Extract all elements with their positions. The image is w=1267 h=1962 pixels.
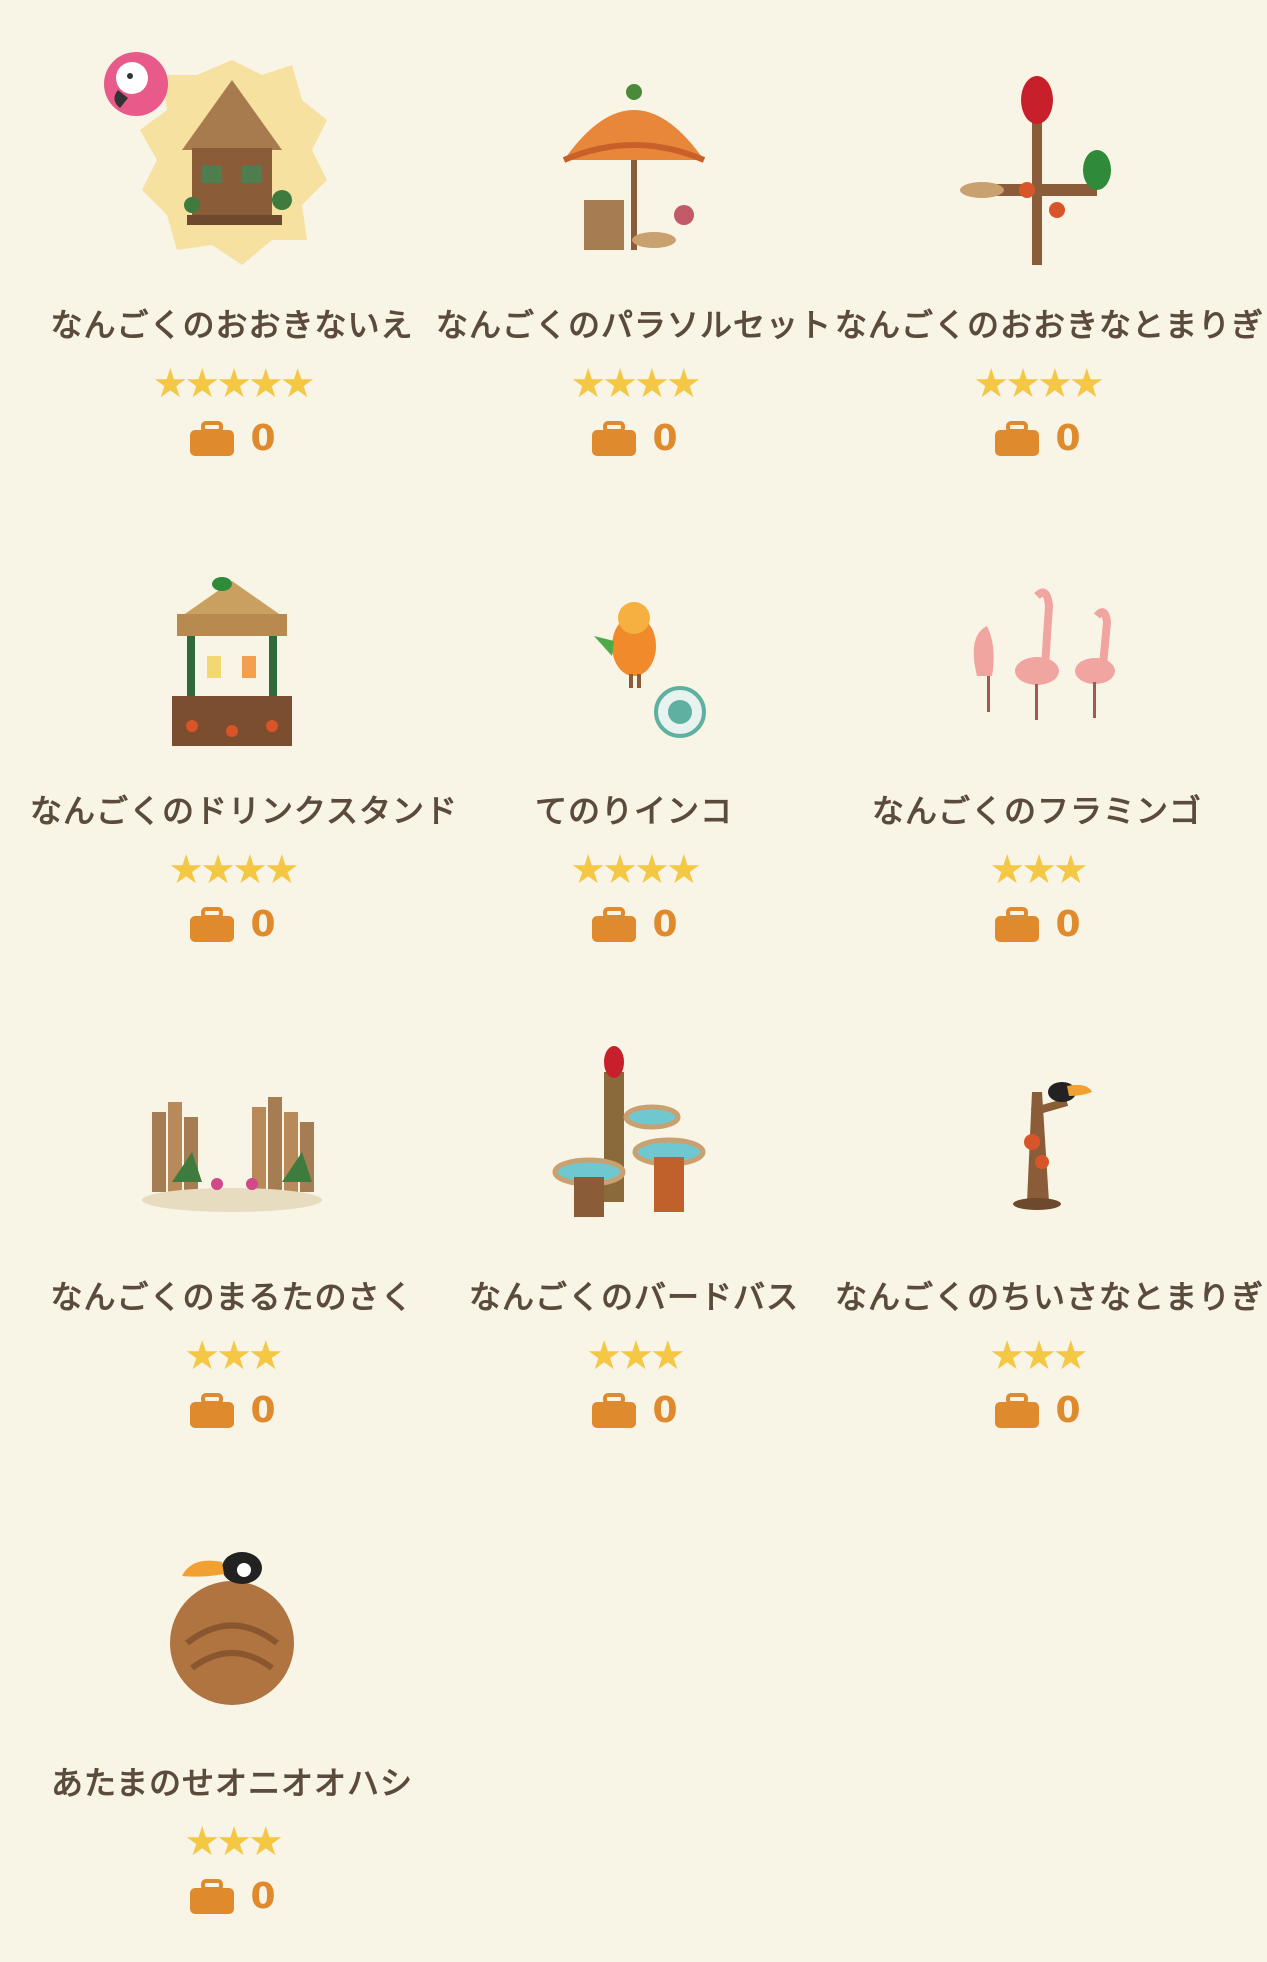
item-count: 0 [1055, 1390, 1081, 1431]
item-stars: ★★★ [184, 1819, 284, 1865]
item-card[interactable]: なんごくのバードバス ★★★ 0 [432, 972, 836, 1431]
item-stars: ★★★ [586, 1333, 686, 1379]
item-count-row: 0 [835, 1390, 1239, 1434]
tropical-big-perch-icon [937, 40, 1137, 270]
item-count-row: 0 [30, 1390, 434, 1434]
tropical-parasol-set-icon [534, 40, 734, 270]
bag-icon [188, 1392, 236, 1429]
item-count: 0 [1055, 904, 1081, 945]
bag-icon [993, 1392, 1041, 1429]
item-name: なんごくのパラソルセット [435, 306, 832, 344]
item-count: 0 [250, 904, 276, 945]
item-count-row: 0 [835, 904, 1239, 948]
item-card[interactable]: なんごくのまるたのさく ★★★ 0 [30, 972, 434, 1431]
item-stars: ★★★★ [168, 847, 299, 893]
item-name: なんごくのおおきないえ [50, 306, 414, 344]
item-stars: ★★★★ [570, 847, 701, 893]
item-card[interactable]: なんごくのドリンクスタンド ★★★★ 0 [30, 486, 459, 945]
bag-icon [188, 1878, 236, 1915]
item-card[interactable]: あたまのせオニオオハシ ★★★ 0 [30, 1458, 434, 1917]
tropical-flamingo-icon [937, 526, 1137, 756]
bag-icon [590, 420, 638, 457]
item-card[interactable]: てのりインコ ★★★★ 0 [432, 486, 836, 945]
item-count-row: 0 [30, 904, 434, 948]
item-count-row: 0 [30, 1876, 434, 1920]
item-card[interactable]: なんごくのパラソルセット ★★★★ 0 [432, 0, 836, 459]
item-name: なんごくのおおきなとまりぎ [835, 306, 1265, 344]
item-stars: ★★★★★ [152, 361, 315, 407]
item-count-row: 0 [30, 418, 434, 462]
item-stars: ★★★ [989, 847, 1089, 893]
item-name: なんごくのちいさなとまりぎ [835, 1278, 1265, 1316]
item-count: 0 [652, 1390, 678, 1431]
item-name: なんごくのドリンクスタンド [30, 792, 459, 830]
item-stars: ★★★★ [973, 361, 1104, 407]
item-stars: ★★★ [989, 1333, 1089, 1379]
item-count-row: 0 [432, 1390, 836, 1434]
bag-icon [993, 420, 1041, 457]
bag-icon [590, 906, 638, 943]
item-card[interactable]: なんごくのおおきないえ ★★★★★ 0 [30, 0, 434, 459]
tropical-small-perch-icon [937, 1012, 1137, 1242]
item-count: 0 [250, 1390, 276, 1431]
item-count: 0 [652, 904, 678, 945]
item-count-row: 0 [835, 418, 1239, 462]
flamingo-badge-icon [100, 48, 172, 120]
item-stars: ★★★★ [570, 361, 701, 407]
item-stars: ★★★ [184, 1333, 284, 1379]
item-card[interactable]: なんごくのちいさなとまりぎ ★★★ 0 [835, 972, 1265, 1431]
tropical-log-fence-icon [132, 1012, 332, 1242]
bag-icon [590, 1392, 638, 1429]
item-name: なんごくのまるたのさく [50, 1278, 414, 1316]
item-count: 0 [250, 418, 276, 459]
item-count-row: 0 [432, 904, 836, 948]
bag-icon [188, 420, 236, 457]
tropical-bird-bath-icon [534, 1012, 734, 1242]
item-card[interactable]: なんごくのフラミンゴ ★★★ 0 [835, 486, 1239, 945]
item-count: 0 [652, 418, 678, 459]
item-count: 0 [1055, 418, 1081, 459]
item-name: てのりインコ [534, 792, 733, 830]
item-card[interactable]: なんごくのおおきなとまりぎ ★★★★ 0 [835, 0, 1265, 459]
toucan-head-icon [132, 1498, 332, 1728]
bag-icon [188, 906, 236, 943]
tropical-drink-stand-icon [132, 526, 332, 756]
craft-badge-icon [654, 686, 706, 738]
item-name: なんごくのバードバス [468, 1278, 799, 1316]
bag-icon [993, 906, 1041, 943]
item-grid: なんごくのおおきないえ ★★★★★ 0 なんごくのパラソルセット ★★★★ 0 … [0, 0, 1267, 1962]
item-count: 0 [250, 1876, 276, 1917]
item-count-row: 0 [432, 418, 836, 462]
item-name: なんごくのフラミンゴ [871, 792, 1202, 830]
item-name: あたまのせオニオオハシ [50, 1764, 414, 1802]
